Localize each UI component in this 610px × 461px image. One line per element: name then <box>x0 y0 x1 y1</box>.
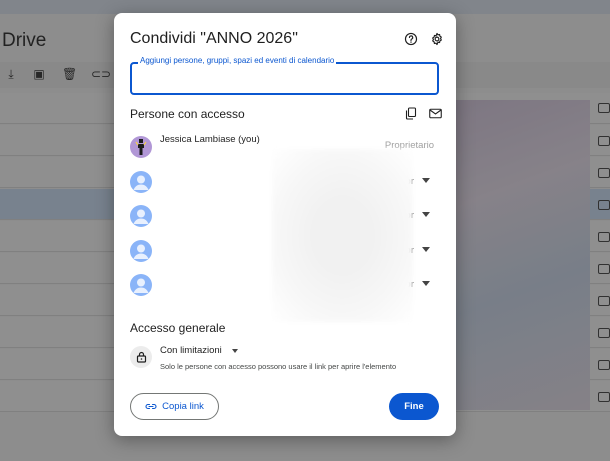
avatar <box>130 136 152 158</box>
avatar <box>130 171 152 193</box>
share-dialog: Condividi "ANNO 2026" Aggiungi persone, … <box>114 13 456 436</box>
copy-link-label: Copia link <box>162 401 204 412</box>
people-heading: Persone con accesso <box>130 107 245 121</box>
email-icon[interactable] <box>428 106 442 120</box>
dialog-title: Condividi "ANNO 2026" <box>130 30 298 47</box>
link-icon <box>145 403 157 410</box>
help-icon[interactable] <box>403 31 419 47</box>
add-people-input[interactable] <box>130 62 439 95</box>
avatar <box>130 274 152 296</box>
avatar <box>130 205 152 227</box>
settings-icon[interactable] <box>429 31 445 47</box>
lock-icon <box>130 346 152 368</box>
redacted-area <box>272 149 413 322</box>
copy-link-button[interactable]: Copia link <box>130 393 219 420</box>
general-access-select[interactable]: Con limitazioni <box>160 345 222 356</box>
person-name: Jessica Lambiase (you) <box>160 134 260 145</box>
chevron-down-icon[interactable] <box>422 247 430 252</box>
done-button[interactable]: Fine <box>389 393 439 420</box>
general-access-heading: Accesso generale <box>130 321 226 335</box>
chevron-down-icon[interactable] <box>422 178 430 183</box>
chevron-down-icon[interactable] <box>232 349 238 353</box>
copy-emails-icon[interactable] <box>404 106 418 120</box>
chevron-down-icon[interactable] <box>422 281 430 286</box>
add-people-label: Aggiungi persone, gruppi, spazi ed event… <box>138 56 337 65</box>
done-label: Fine <box>404 401 424 412</box>
general-access-description: Solo le persone con accesso possono usar… <box>160 362 397 371</box>
chevron-down-icon[interactable] <box>422 212 430 217</box>
avatar <box>130 240 152 262</box>
